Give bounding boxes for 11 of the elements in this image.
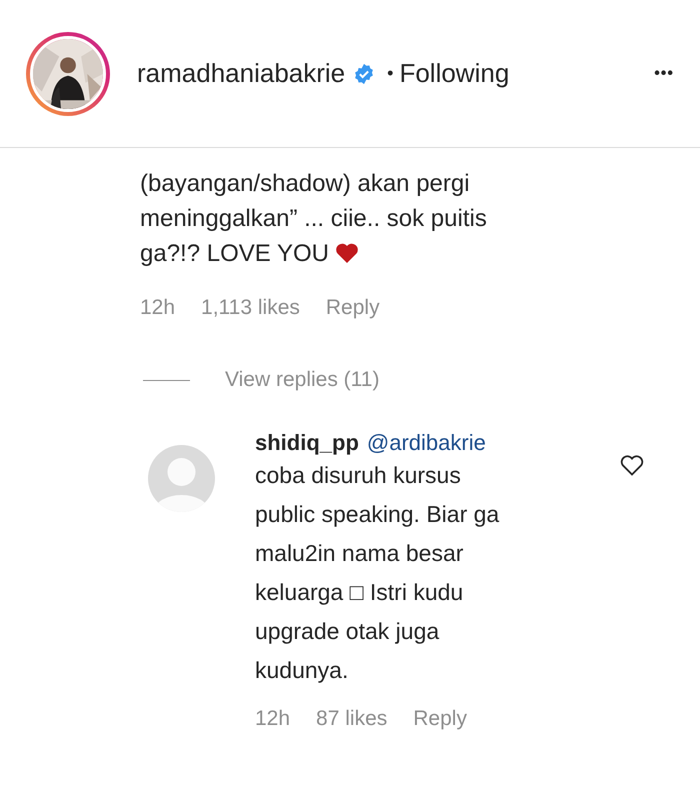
separator-dot: • (387, 63, 394, 84)
more-options-button[interactable]: ••• (654, 64, 674, 82)
comment-time: 12h (255, 707, 290, 731)
comment-text: (bayangan/shadow) akan pergi meninggalkan” ... ciie.. sok puitis ga?!? LOVE YOU (140, 170, 487, 267)
comment-text: coba disuruh kursus public speaking. Biar ga malu2in nama besar keluarga □ Istri kudu upgrade otak juga kudunya. (255, 461, 500, 685)
mention-link[interactable]: @ardibakrie (366, 430, 486, 455)
comment-time: 12h (140, 296, 176, 320)
following-button[interactable]: Following (399, 58, 510, 89)
username-link[interactable]: shidiq_pp (255, 430, 359, 455)
username-link[interactable]: ramadhaniabakrie (137, 58, 346, 89)
like-button[interactable] (620, 454, 644, 476)
